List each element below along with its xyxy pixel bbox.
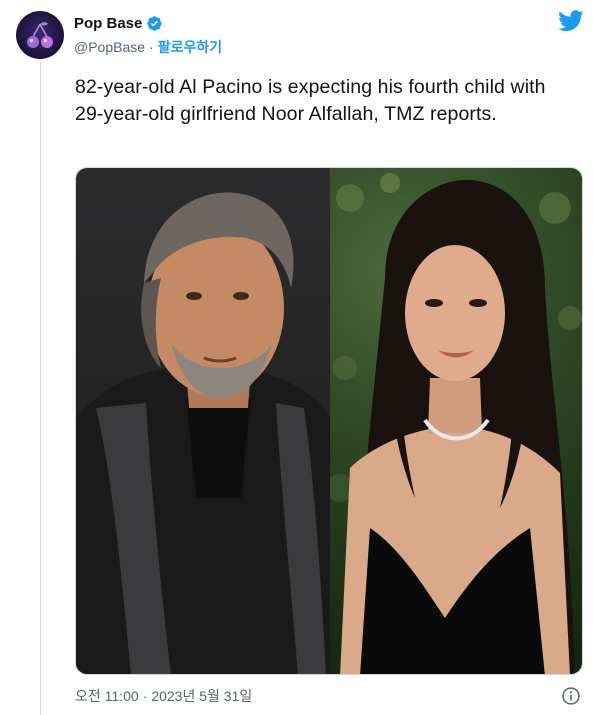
verified-badge-icon — [147, 15, 163, 31]
photo-al-pacino[interactable] — [76, 168, 330, 674]
photo-noor-alfallah[interactable] — [330, 168, 582, 674]
thread-line — [40, 62, 41, 715]
tweet-time: 오전 11:00 — [75, 688, 139, 704]
tweet-text: 82-year-old Al Pacino is expecting his f… — [75, 76, 546, 125]
cherry-logo-icon — [27, 22, 53, 48]
twitter-bird-icon[interactable] — [558, 10, 584, 32]
display-name[interactable]: Pop Base — [74, 15, 142, 32]
portrait-woman-image — [330, 173, 582, 674]
tweet-date: 2023년 5월 31일 — [151, 688, 253, 704]
separator: · — [142, 688, 148, 704]
handle-row: @PopBase · 팔로우하기 — [74, 37, 222, 57]
separator: · — [149, 39, 154, 55]
portrait-man-image — [76, 192, 330, 674]
tweet-media[interactable] — [75, 167, 583, 675]
handle[interactable]: @PopBase — [74, 39, 145, 55]
avatar[interactable] — [16, 11, 64, 59]
author-name-row[interactable]: Pop Base — [74, 13, 163, 33]
follow-button[interactable]: 팔로우하기 — [158, 37, 222, 57]
info-icon[interactable] — [561, 686, 581, 706]
tweet-timestamp[interactable]: 오전 11:00 · 2023년 5월 31일 — [75, 686, 252, 706]
